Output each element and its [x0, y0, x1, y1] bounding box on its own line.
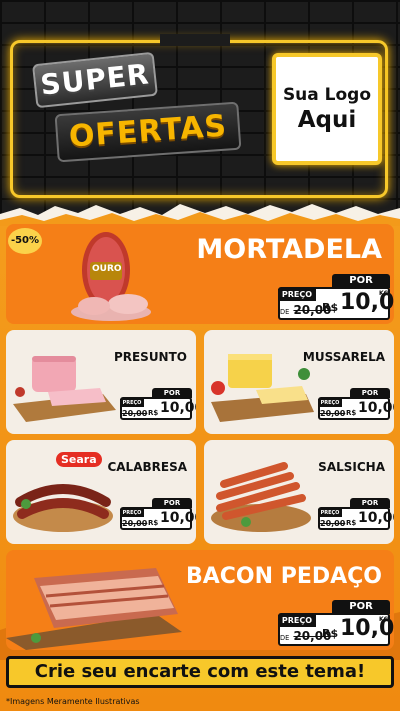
- price-tag: POR PREÇO 20,00 R$ 10,00: [120, 498, 196, 530]
- product-name: MORTADELA: [196, 234, 382, 265]
- price-tag: POR PREÇO 20,00 R$ 10,00: [318, 388, 394, 420]
- currency: R$: [148, 409, 159, 417]
- salsicha-image: [211, 462, 311, 532]
- product-card-bacon[interactable]: BACON PEDAÇO POR PREÇO DE 20,00 R$ 10,00…: [6, 550, 394, 650]
- currency: R$: [148, 519, 159, 527]
- price-tag: POR PREÇO 20,00 R$ 10,00: [120, 388, 196, 420]
- old-price: 20,00: [320, 409, 345, 418]
- disclaimer: *Imagens Meramente Ilustrativas: [6, 697, 140, 706]
- price-value: 10,00: [358, 510, 394, 526]
- brand-ouro: OURO: [92, 264, 122, 274]
- bacon-image: [6, 568, 182, 650]
- old-price-value: 20,00: [122, 519, 148, 528]
- product-card-presunto[interactable]: PRESUNTO POR PREÇO 20,00 R$ 10,00: [6, 330, 196, 434]
- logo-line1: Sua Logo: [282, 85, 372, 105]
- mortadela-image: [71, 232, 151, 321]
- seara-logo: Seara: [56, 452, 102, 467]
- de-label: DE: [280, 308, 290, 316]
- por-label: POR: [332, 600, 390, 614]
- unit-label: KG: [379, 616, 389, 623]
- preco-label: PREÇO: [278, 615, 316, 627]
- product-name: CALABRESA: [107, 460, 187, 474]
- discount-badge: -50%: [8, 228, 42, 254]
- de-label: DE: [280, 634, 290, 642]
- price-value: 10,00: [358, 400, 394, 416]
- preco-label: PREÇO: [318, 399, 342, 407]
- mussarela-image: [211, 354, 314, 422]
- product-card-mussarela[interactable]: MUSSARELA POR PREÇO 20,00 R$ 10,00: [204, 330, 394, 434]
- logo-placeholder[interactable]: Sua Logo Aqui: [272, 53, 382, 165]
- product-card-mortadela[interactable]: MORTADELA OURO POR PREÇO DE 20,00 R$ 10,…: [6, 224, 394, 324]
- currency: R$: [346, 409, 357, 417]
- old-price-value: 20,00: [320, 519, 346, 528]
- neon-frame-gap: [160, 34, 230, 46]
- currency: R$: [322, 627, 339, 640]
- price-value: 10,00: [160, 400, 196, 416]
- old-price-value: 20,00: [320, 409, 346, 418]
- product-card-calabresa[interactable]: CALABRESA Seara POR PREÇO 20,00 R$ 10,00: [6, 440, 196, 544]
- preco-label: PREÇO: [120, 399, 144, 407]
- preco-label: PREÇO: [318, 509, 342, 517]
- product-name: BACON PEDAÇO: [185, 564, 382, 589]
- product-name: PRESUNTO: [113, 350, 187, 364]
- logo-line2: Aqui: [297, 107, 357, 133]
- price-tag: POR PREÇO DE 20,00 R$ 10,00 KG: [278, 274, 394, 320]
- price-tag: POR PREÇO DE 20,00 R$ 10,00 KG: [278, 600, 394, 646]
- old-price: 20,00: [122, 409, 147, 418]
- unit-label: KG: [379, 290, 389, 297]
- presunto-image: [13, 356, 116, 422]
- price-value: 10,00: [160, 510, 196, 526]
- torn-paper-edge: [0, 204, 400, 226]
- price-tag: POR PREÇO 20,00 R$ 10,00: [318, 498, 394, 530]
- old-price: 20,00: [320, 519, 345, 528]
- old-price: 20,00: [122, 519, 147, 528]
- currency: R$: [346, 519, 357, 527]
- cta-banner[interactable]: Crie seu encarte com este tema!: [6, 656, 394, 688]
- old-price-value: 20,00: [122, 409, 148, 418]
- por-label: POR: [332, 274, 390, 288]
- preco-label: PREÇO: [120, 509, 144, 517]
- currency: R$: [322, 301, 339, 314]
- preco-label: PREÇO: [278, 289, 316, 301]
- product-name: SALSICHA: [318, 460, 385, 474]
- product-card-salsicha[interactable]: SALSICHA POR PREÇO 20,00 R$ 10,00: [204, 440, 394, 544]
